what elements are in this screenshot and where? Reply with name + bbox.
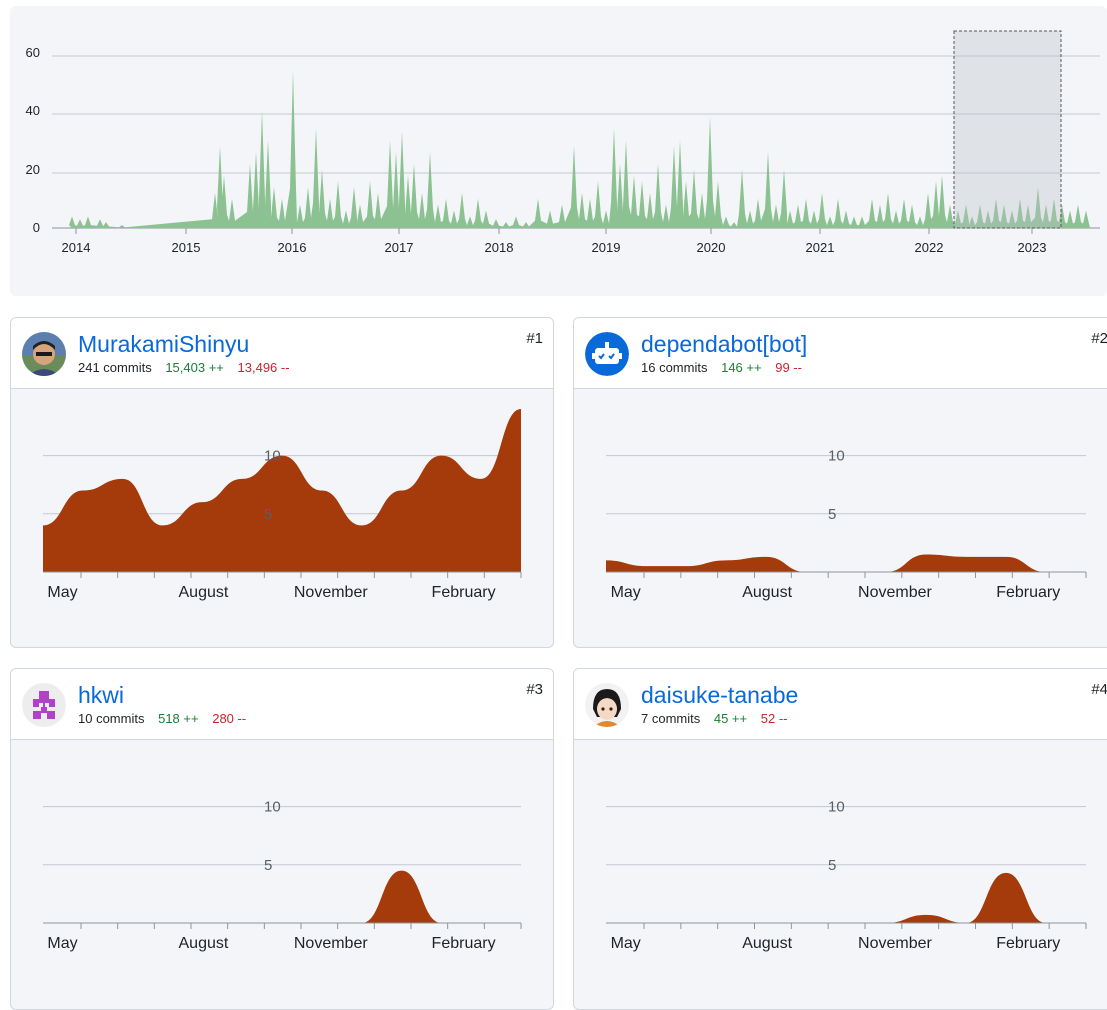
x-tick-label: November — [294, 584, 368, 601]
contributor-username-link[interactable]: dependabot[bot] — [641, 330, 807, 358]
commit-count-link[interactable]: 16 commits — [641, 360, 707, 375]
x-tick-label: February — [432, 584, 496, 601]
y-tick-label: 10 — [264, 448, 281, 465]
contributor-commit-area — [43, 870, 521, 923]
overview-y-axis: 60 40 20 0 — [26, 45, 40, 235]
contributor-stats: 10 commits 518 ++ 280 -- — [78, 711, 246, 727]
x-tick-label: 2019 — [592, 240, 621, 255]
contributor-rank: #1 — [526, 330, 543, 347]
commits-overview-chart[interactable]: 60 40 20 0 2014 2015 2016 2017 2018 2019… — [10, 6, 1107, 296]
x-tick-label: 2018 — [485, 240, 514, 255]
contributor-username-link[interactable]: hkwi — [78, 681, 124, 709]
overview-commit-area — [69, 70, 1090, 228]
contributor-card: dependabot[bot] 16 commits 146 ++ 99 -- … — [573, 317, 1107, 648]
y-tick-label: 5 — [828, 857, 836, 874]
contributor-activity-chart[interactable]: 10 5 May August November February — [574, 389, 1107, 647]
x-tick-label: May — [611, 584, 641, 601]
contributor-username-link[interactable]: daisuke-tanabe — [641, 681, 798, 709]
x-tick-label: November — [858, 584, 932, 601]
y-tick-label: 20 — [26, 162, 40, 177]
x-tick-label: May — [47, 584, 77, 601]
x-tick-label: February — [432, 935, 496, 952]
y-tick-label: 40 — [26, 103, 40, 118]
contributor-commit-area — [606, 872, 1086, 923]
commit-count-link[interactable]: 7 commits — [641, 711, 700, 726]
y-tick-label: 60 — [26, 45, 40, 60]
x-tick-label: August — [179, 584, 229, 601]
contributor-username-link[interactable]: MurakamiShinyu — [78, 330, 249, 358]
commit-count-link[interactable]: 10 commits — [78, 711, 144, 726]
robot-avatar-icon[interactable] — [585, 332, 629, 376]
contributor-rank: #3 — [526, 681, 543, 698]
x-tick-label: February — [996, 935, 1060, 952]
contributor-card: MurakamiShinyu 241 commits 15,403 ++ 13,… — [10, 317, 554, 648]
x-tick-label: February — [996, 584, 1060, 601]
contributor-activity-chart[interactable]: 10 5 May August November February — [11, 740, 553, 998]
x-tick-label: May — [611, 935, 641, 952]
contributor-card: daisuke-tanabe 7 commits 45 ++ 52 -- #4 … — [573, 668, 1107, 1010]
additions-count: 518 ++ — [158, 711, 199, 726]
x-tick-label: August — [179, 935, 229, 952]
identicon-avatar-icon[interactable] — [22, 683, 66, 727]
contributor-activity-chart[interactable]: 10 5 May August November February — [11, 389, 553, 647]
deletions-count: 280 -- — [212, 711, 247, 726]
y-tick-label: 5 — [264, 506, 272, 523]
deletions-count: 13,496 -- — [237, 360, 290, 375]
deletions-count: 52 -- — [760, 711, 788, 726]
contributor-commit-area — [43, 409, 521, 572]
y-tick-label: 10 — [828, 448, 845, 465]
overview-chart-svg[interactable]: 60 40 20 0 2014 2015 2016 2017 2018 2019… — [10, 6, 1107, 296]
y-tick-label: 5 — [828, 506, 836, 523]
user-photo-avatar-icon[interactable] — [22, 332, 66, 376]
x-tick-label: November — [294, 935, 368, 952]
x-tick-label: May — [47, 935, 77, 952]
y-tick-label: 5 — [264, 857, 272, 874]
x-tick-label: 2021 — [806, 240, 835, 255]
x-tick-label: 2020 — [697, 240, 726, 255]
y-tick-label: 10 — [828, 799, 845, 816]
x-tick-label: 2017 — [385, 240, 414, 255]
y-tick-label: 10 — [264, 799, 281, 816]
y-tick-label: 0 — [33, 220, 40, 235]
contributor-card-header: MurakamiShinyu 241 commits 15,403 ++ 13,… — [11, 318, 553, 389]
contributor-rank: #2 — [1091, 330, 1107, 347]
additions-count: 45 ++ — [713, 711, 748, 726]
x-tick-label: 2014 — [62, 240, 91, 255]
commit-count-link[interactable]: 241 commits — [78, 360, 152, 375]
x-tick-label: August — [742, 584, 792, 601]
x-tick-label: 2022 — [915, 240, 944, 255]
deletions-count: 99 -- — [775, 360, 802, 375]
contributor-stats: 241 commits 15,403 ++ 13,496 -- — [78, 360, 290, 376]
contributor-stats: 16 commits 146 ++ 99 -- — [641, 360, 802, 376]
date-range-selection-brush[interactable] — [953, 30, 1062, 229]
additions-count: 15,403 ++ — [165, 360, 224, 375]
illustrated-avatar-icon[interactable] — [585, 683, 629, 727]
contributor-stats: 7 commits 45 ++ 52 -- — [641, 711, 787, 727]
contributor-card: hkwi 10 commits 518 ++ 280 -- #3 10 5 May A… — [10, 668, 554, 1010]
x-tick-label: 2016 — [278, 240, 307, 255]
x-tick-label: 2023 — [1018, 240, 1047, 255]
x-tick-label: 2015 — [172, 240, 201, 255]
contributor-card-header: dependabot[bot] 16 commits 146 ++ 99 -- … — [574, 318, 1107, 389]
contributor-rank: #4 — [1091, 681, 1107, 698]
overview-x-axis: 2014 2015 2016 2017 2018 2019 2020 2021 … — [62, 240, 1047, 255]
contributor-commit-area — [606, 554, 1086, 572]
x-tick-label: August — [742, 935, 792, 952]
contributor-card-header: hkwi 10 commits 518 ++ 280 -- #3 — [11, 669, 553, 740]
x-tick-label: November — [858, 935, 932, 952]
contributor-card-header: daisuke-tanabe 7 commits 45 ++ 52 -- #4 — [574, 669, 1107, 740]
additions-count: 146 ++ — [721, 360, 762, 375]
contributor-activity-chart[interactable]: 10 5 May August November February — [574, 740, 1107, 998]
